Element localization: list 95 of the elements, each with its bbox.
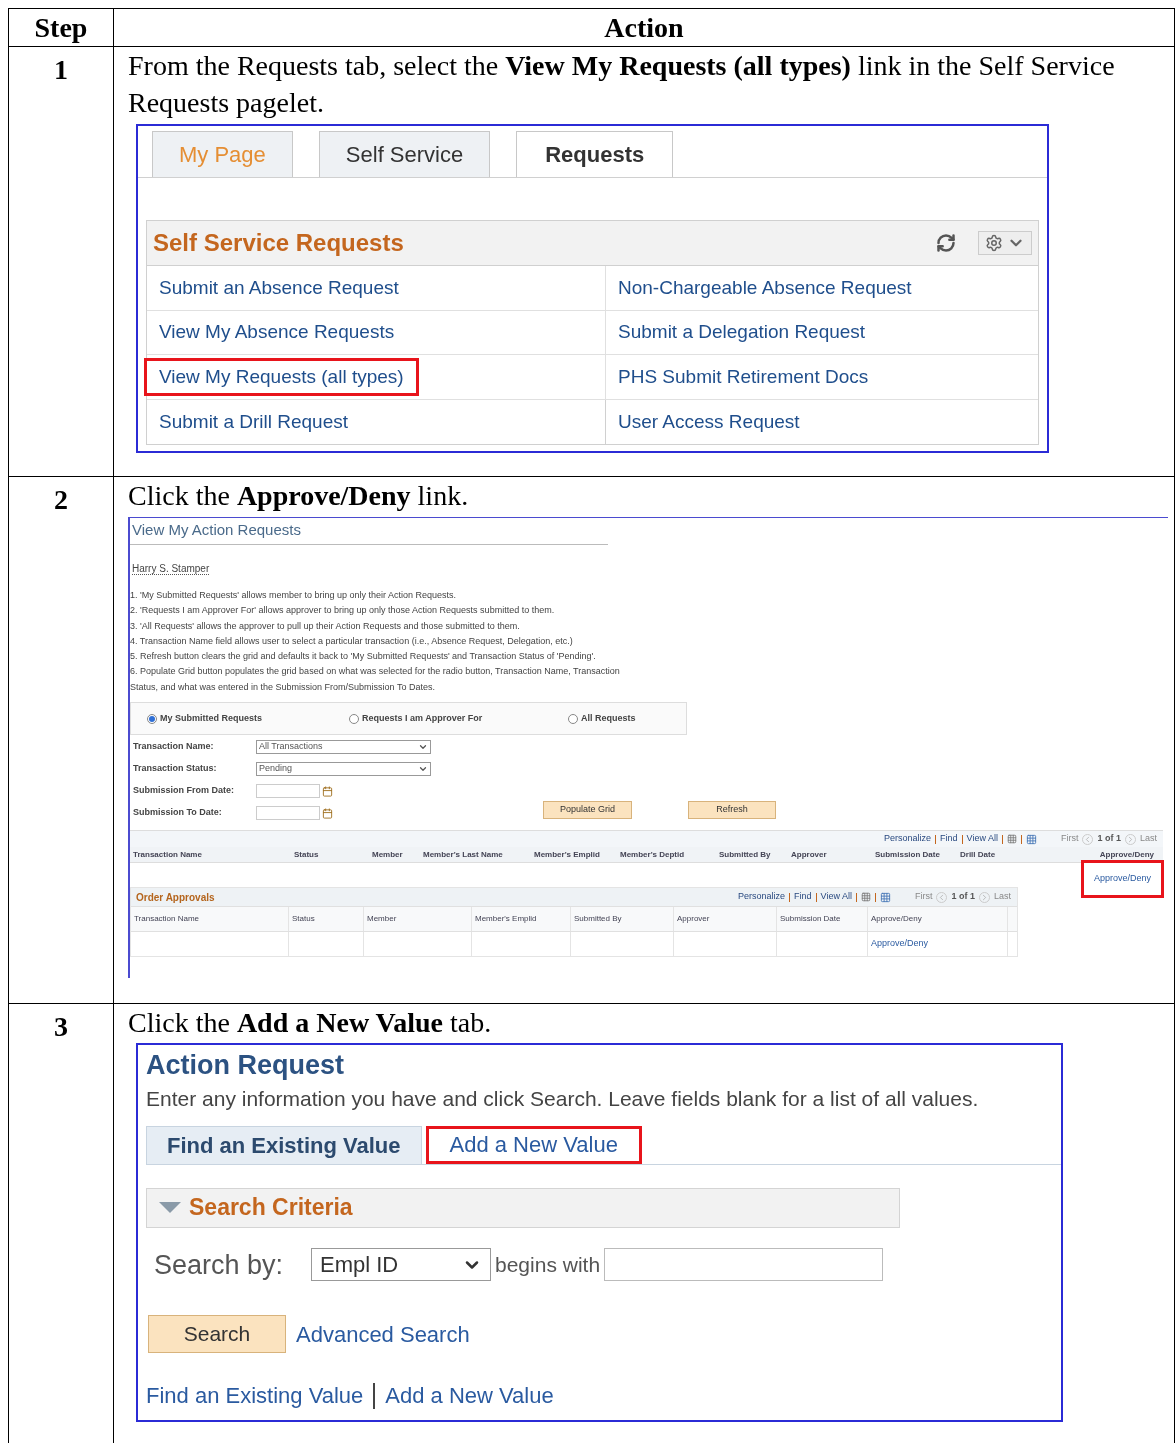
calendar-icon[interactable] [322,807,333,819]
field-label: Transaction Name: [133,740,215,754]
field-label: Search by: [154,1248,285,1282]
instruction-note: 4. Transaction Name field allows user to select a particular transaction (i.e., Absence Request, Delegation, etc.) [130,634,574,648]
step-number: 1 [54,54,68,85]
column-header: Submission Date [777,907,868,932]
column-header: Status [289,907,364,932]
approve-deny-link[interactable]: Approve/Deny [871,937,929,951]
column-header: Approver [674,907,777,932]
section-title[interactable]: Search Criteria [189,1190,353,1225]
column-header: Submitted By [719,848,772,861]
column-header: Transaction Name [131,907,289,932]
pagelet-link[interactable]: Non-Chargeable Absence Request [606,271,924,304]
radio-button[interactable] [349,713,359,724]
page-title: Action Request [146,1049,346,1081]
footer-link[interactable]: Find an Existing Value [146,1379,364,1412]
refresh-icon[interactable] [936,233,956,253]
step-instruction: From the Requests tab, select the View My Requests (all types) link in the Self Service Requests pagelet. [128,49,1116,120]
page-instructions: Enter any information you have and click Search. Leave fields blank for a list of all values. [146,1086,980,1112]
field-label: Submission From Date: [133,784,235,798]
grid-toolbar-link[interactable]: Personalize [884,832,932,846]
tab[interactable]: Add a New Value [425,1125,642,1164]
tab[interactable]: Requests [516,131,674,177]
column-header: Submitted By [571,907,674,932]
column-header: Member's Emplid [534,848,601,861]
grid-toolbar-link[interactable]: Find [794,890,812,904]
grid-title: Order Approvals [135,890,215,905]
column-header: Approve/Deny [868,907,1008,932]
date-field[interactable] [256,784,320,799]
pagelet-link[interactable]: Submit a Drill Request [147,405,361,438]
settings-menu-button[interactable] [978,231,1032,255]
column-header: Member's Deptid [620,848,686,861]
column-header: Approve/Deny [1098,848,1155,861]
column-header: Status [294,848,320,861]
operator-label: begins with [494,1252,602,1278]
dropdown-field[interactable]: All Transactions [256,740,431,755]
page-count: 1 of 1 [951,890,975,904]
page-title: View My Action Requests [131,521,301,538]
column-header: Member [372,848,404,861]
pagelet-link[interactable]: View My Absence Requests [147,316,407,349]
advanced-search-link[interactable]: Advanced Search [296,1317,470,1351]
radio-label[interactable]: All Requests [581,711,636,726]
dropdown-field[interactable]: Empl ID [311,1248,491,1282]
column-header: Submission Date [875,848,941,861]
pagelet-link[interactable]: Submit a Delegation Request [606,316,878,349]
column-header: Member [364,907,472,932]
step-instruction: Click the Approve/Deny link. [128,479,470,513]
field-label: Submission To Date: [133,806,223,820]
radio-button[interactable] [147,713,157,724]
instruction-note: 3. 'All Requests' allows the approver to pull up their Action Requests and those submitted to them. [130,619,521,633]
radio-label[interactable]: My Submitted Requests [160,711,262,726]
instruction-note: 2. 'Requests I am Approver For' allows approver to bring up only those Action Requests submitted to them. [130,604,556,618]
radio-label[interactable]: Requests I am Approver For [362,711,483,726]
grid-toolbar-link[interactable]: Personalize [738,890,786,904]
column-header: Drill Date [960,848,997,861]
pagelet-link[interactable]: View My Requests (all types) [147,360,416,393]
search-button[interactable]: Search [148,1315,286,1353]
grid-toolbar-link[interactable]: View All [966,832,998,846]
column-header: Member's Last Name [423,848,504,861]
instruction-note: 1. 'My Submitted Requests' allows member to bring up only their Action Requests. [130,589,458,602]
step-number: 2 [54,484,68,515]
user-name[interactable]: Harry S. Stamper [132,563,210,575]
instruction-note: 6. Populate Grid button populates the grid based on what was selected for the radio button, Transaction Name, Transaction Status, and what was entered in the Submission From/Submission To Dates. [130,665,621,694]
grid-toolbar-link[interactable]: View All [820,890,852,904]
action-button[interactable]: Populate Grid [543,801,632,820]
tab[interactable]: Find an Existing Value [146,1125,422,1164]
pagelet-link[interactable]: Submit an Absence Request [147,271,411,304]
column-header: Step [8,8,114,47]
dropdown-field[interactable]: Pending [256,762,431,777]
gear-icon [985,234,1003,252]
action-button[interactable]: Refresh [688,801,776,820]
collapse-icon[interactable] [159,1202,181,1213]
approve-deny-link[interactable]: Approve/Deny [1083,863,1161,895]
search-field[interactable] [604,1248,884,1282]
field-label: Transaction Status: [133,762,218,776]
pagelet-link[interactable]: PHS Submit Retirement Docs [606,360,881,393]
column-header: Approver [791,848,828,861]
page-count: 1 of 1 [1097,832,1121,846]
column-header: Action [113,8,1175,47]
last-link[interactable]: Last [1140,832,1157,846]
first-link[interactable]: First [1060,832,1079,846]
step-number: 3 [54,1011,68,1042]
grid-toolbar-link[interactable]: Find [940,832,958,846]
calendar-icon[interactable] [322,785,333,797]
pagelet-link[interactable]: User Access Request [606,405,812,438]
pagelet-title: Self Service Requests [153,228,404,258]
radio-button[interactable] [568,713,578,724]
column-header: Transaction Name [133,848,203,861]
tab[interactable]: Self Service [318,131,491,177]
section-header[interactable]: Search Criteria [146,1187,900,1228]
column-header: Member's Emplid [472,907,571,932]
footer-link[interactable]: Add a New Value [385,1379,554,1412]
instruction-note: 5. Refresh button clears the grid and defaults it back to 'My Submitted Requests' and Transaction Status of 'Pending'. [130,650,597,664]
date-field[interactable] [256,806,320,821]
step-instruction: Click the Add a New Value tab. [128,1006,493,1040]
